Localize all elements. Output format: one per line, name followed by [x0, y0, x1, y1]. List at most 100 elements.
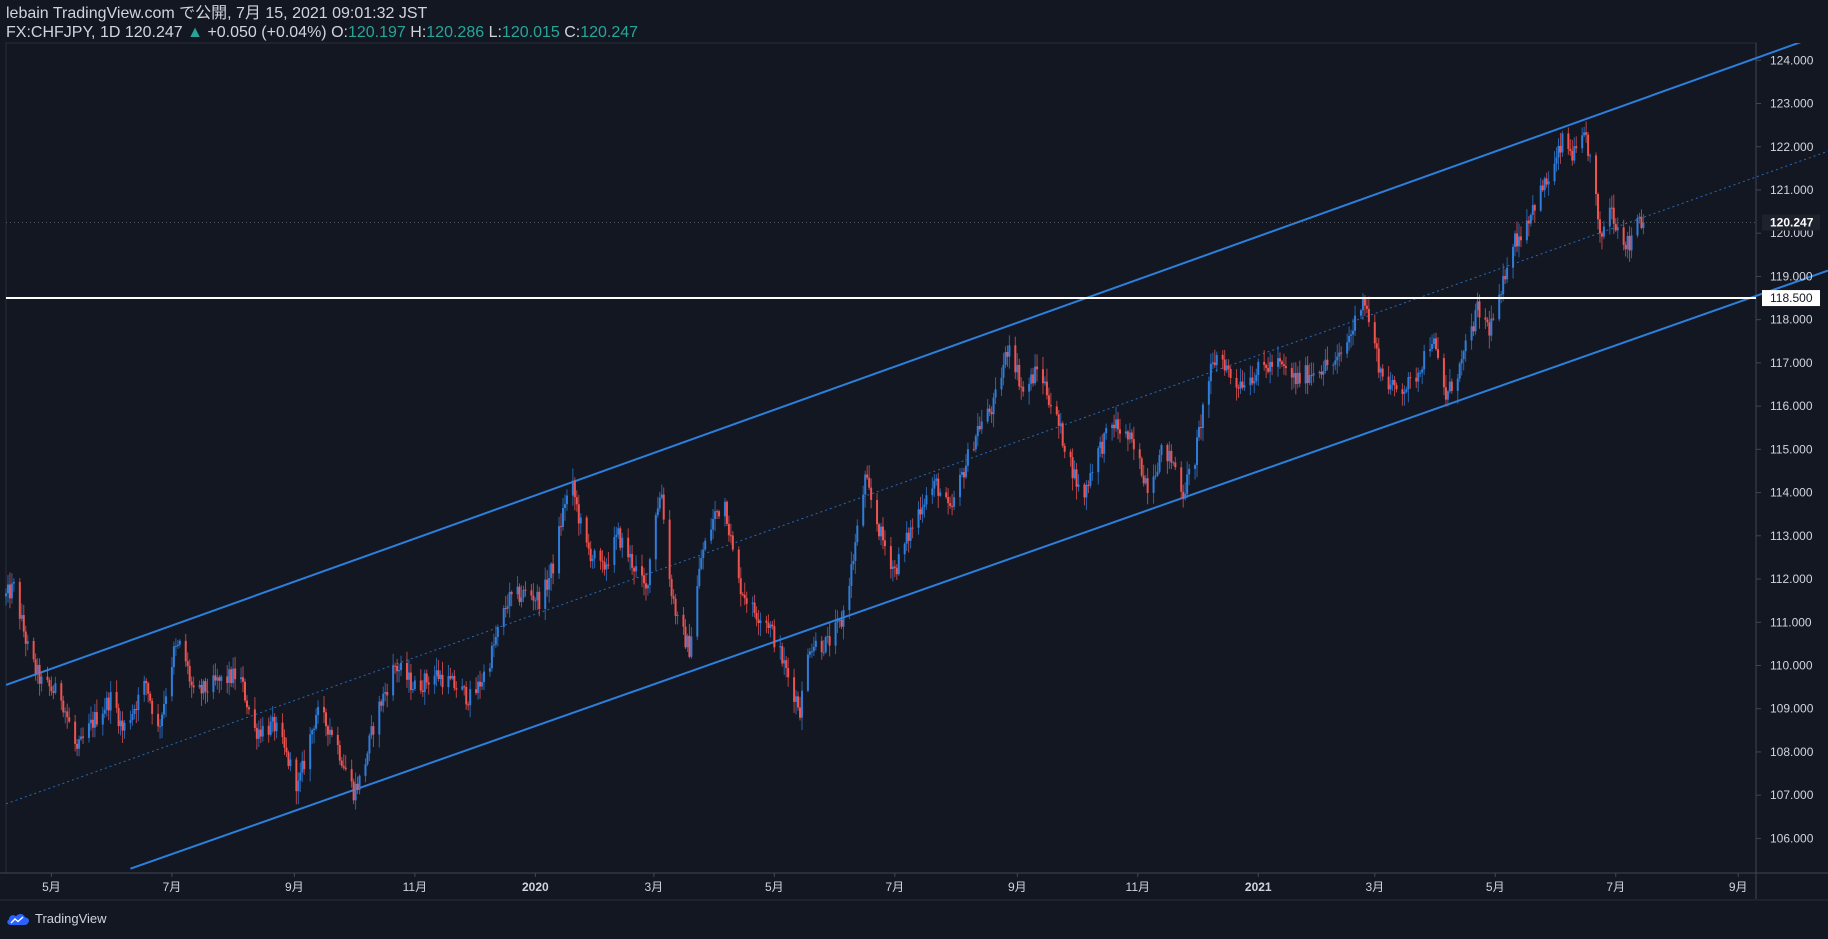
- candle-body: [822, 652, 825, 654]
- candle: [909, 519, 912, 549]
- candle: [131, 704, 134, 726]
- candle: [66, 703, 69, 729]
- candle-body: [176, 644, 179, 646]
- candle: [105, 691, 108, 717]
- candle-body: [1166, 445, 1169, 462]
- candle-body: [660, 494, 663, 498]
- candle-body: [188, 665, 191, 682]
- candle-body: [184, 640, 187, 662]
- candle: [698, 556, 701, 589]
- candle: [1265, 363, 1268, 379]
- candle-body: [880, 526, 882, 537]
- candle: [1612, 194, 1615, 235]
- candle: [297, 772, 300, 805]
- candle-body: [151, 700, 154, 714]
- candle-body: [441, 674, 444, 688]
- candle-body: [751, 602, 754, 604]
- candle-body: [1255, 375, 1258, 382]
- candle-body: [24, 631, 27, 644]
- candle: [1514, 230, 1517, 257]
- footer-brand[interactable]: TradingView: [6, 911, 107, 926]
- candle-body: [449, 676, 452, 679]
- candle-body: [1087, 484, 1090, 486]
- candle-body: [172, 646, 175, 668]
- candle: [1211, 352, 1214, 370]
- candle: [242, 666, 245, 693]
- candle: [129, 710, 132, 730]
- candle: [1045, 368, 1048, 400]
- candle: [1207, 376, 1210, 418]
- candle-body: [1612, 207, 1615, 224]
- candle: [795, 689, 798, 715]
- x-tick-label: 9月: [1729, 880, 1748, 894]
- time-axis[interactable]: 5月 7月 9月 11月 2020 3月 5月 7月 9月 11月 2021 3月 5月 7月 9月: [42, 873, 1748, 894]
- candle: [617, 522, 620, 540]
- candle: [785, 656, 788, 678]
- candle-body: [840, 619, 843, 627]
- candle: [1484, 308, 1487, 329]
- candle: [1379, 366, 1382, 382]
- candle: [1186, 461, 1189, 499]
- candle: [516, 576, 519, 600]
- candle: [820, 636, 823, 660]
- candle: [939, 488, 942, 498]
- candle: [1575, 136, 1578, 153]
- candlestick-chart[interactable]: 106.000 107.000 108.000 109.000 110.000 111.0…: [0, 0, 1828, 939]
- candle-body: [992, 397, 995, 415]
- candle: [978, 416, 981, 432]
- candle-body: [516, 586, 519, 595]
- candle: [1201, 402, 1204, 442]
- candle: [654, 512, 657, 571]
- candle: [771, 620, 774, 630]
- candle-body: [1415, 377, 1418, 382]
- candle: [1049, 392, 1052, 415]
- candle-body: [686, 635, 689, 648]
- candle-body: [1614, 223, 1617, 231]
- candle: [953, 490, 956, 511]
- candle-body: [1336, 356, 1339, 361]
- candle: [587, 533, 590, 556]
- candle: [1567, 127, 1570, 155]
- candle-body: [868, 477, 871, 488]
- candle: [1014, 336, 1017, 380]
- candle: [834, 609, 837, 655]
- candle-body: [506, 606, 509, 609]
- candle-body: [299, 772, 302, 781]
- candle-body: [1340, 352, 1343, 354]
- candle: [1004, 346, 1007, 369]
- candle-body: [1047, 395, 1050, 406]
- candle: [1099, 436, 1102, 458]
- candle: [467, 701, 470, 711]
- candle: [895, 564, 898, 580]
- candle-body: [1585, 132, 1588, 135]
- candle-body: [1059, 423, 1062, 426]
- candle-body: [1016, 364, 1019, 373]
- candle: [22, 604, 25, 638]
- price-axis[interactable]: 106.000 107.000 108.000 109.000 110.000 111.0…: [1756, 53, 1820, 845]
- candle-body: [793, 677, 796, 702]
- candle: [1395, 382, 1398, 393]
- candle-body: [676, 614, 679, 616]
- candle-body: [1294, 373, 1297, 385]
- candle: [423, 669, 426, 705]
- candle-body: [739, 578, 742, 595]
- candle: [247, 705, 250, 715]
- candle: [1450, 378, 1453, 394]
- channel-lower-line: [130, 269, 1828, 870]
- candle-body: [1249, 377, 1252, 386]
- candle-body: [587, 542, 590, 549]
- candle: [862, 485, 865, 528]
- candle-body: [496, 627, 499, 637]
- candle: [1610, 195, 1613, 220]
- candle-body: [1367, 308, 1370, 323]
- candle: [40, 671, 43, 692]
- candle: [309, 726, 312, 782]
- candle: [704, 537, 707, 552]
- candle: [1198, 420, 1201, 442]
- candle: [1059, 412, 1062, 434]
- candle: [1184, 482, 1187, 501]
- candle: [974, 434, 977, 453]
- support-line[interactable]: [6, 222, 1756, 300]
- candle-body: [1377, 348, 1380, 373]
- candle-body: [682, 614, 685, 627]
